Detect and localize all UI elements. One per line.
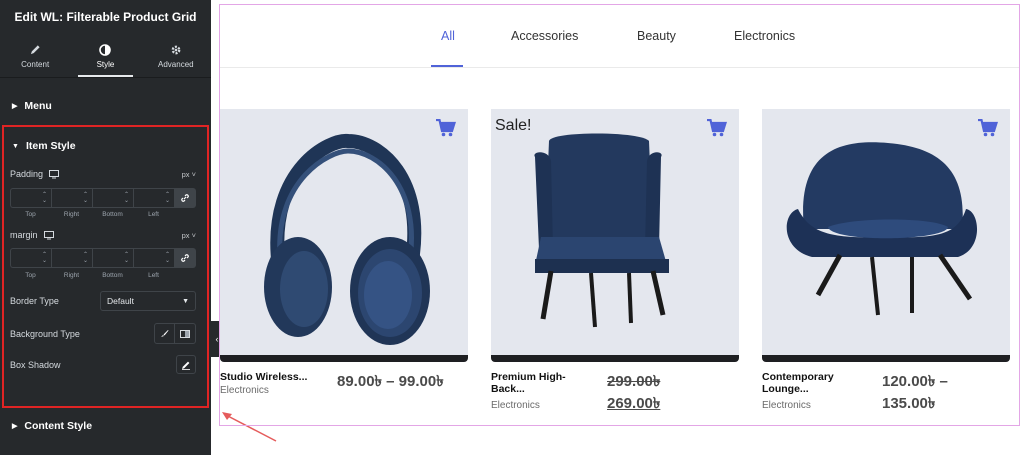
- cart-icon[interactable]: [978, 119, 998, 137]
- product-name[interactable]: Premium High- Back...: [491, 371, 566, 395]
- tab-style-label: Style: [96, 59, 115, 69]
- editor-panel: Edit WL: Filterable Product Grid Content…: [0, 0, 211, 455]
- filter-beauty[interactable]: Beauty: [637, 29, 676, 43]
- product-sale-price: 269.00৳: [607, 395, 661, 412]
- gear-icon: [170, 43, 182, 57]
- product-image-headphones[interactable]: [220, 109, 468, 355]
- product-price: 89.00৳ – 99.00৳: [337, 373, 444, 390]
- filter-electronics[interactable]: Electronics: [734, 29, 795, 43]
- panel-title: Edit WL: Filterable Product Grid: [14, 10, 197, 24]
- padding-right-input[interactable]: ⌃ ⌄: [51, 188, 92, 208]
- box-shadow-control: Box Shadow: [10, 355, 196, 374]
- link-values-button[interactable]: [174, 188, 196, 208]
- filter-accessories[interactable]: Accessories: [511, 29, 578, 43]
- widget-preview: All Accessories Beauty Electronics Studi…: [219, 4, 1020, 426]
- chevron-down-icon: ▼: [182, 297, 189, 305]
- card-bottom-bar: [762, 355, 1010, 362]
- filter-tabs: All Accessories Beauty Electronics: [220, 5, 1019, 68]
- product-price: 120.00৳ –: [882, 373, 948, 390]
- product-name[interactable]: Contemporary Lounge...: [762, 371, 834, 395]
- margin-inputs: ⌃ ⌄ ⌃ ⌄ ⌃ ⌄ ⌃ ⌄: [10, 248, 196, 268]
- margin-right-input[interactable]: ⌃ ⌄: [51, 248, 92, 268]
- background-type-buttons: [154, 323, 196, 344]
- section-item-style-header[interactable]: ▼ Item Style: [4, 127, 207, 165]
- product-image-wing-chair[interactable]: Sale!: [491, 109, 739, 355]
- padding-unit-select[interactable]: px ˅: [182, 170, 196, 179]
- tab-style[interactable]: Style: [70, 34, 140, 77]
- margin-control: margin px ˅: [10, 230, 196, 240]
- link-icon: [181, 194, 189, 202]
- product-card[interactable]: Sale! Premium High- Back... Electronics …: [491, 109, 739, 412]
- gradient-icon[interactable]: [175, 324, 195, 343]
- product-old-price: 299.00৳: [607, 373, 661, 390]
- product-name[interactable]: Studio Wireless...: [220, 371, 307, 383]
- product-category[interactable]: Electronics: [762, 400, 811, 411]
- filter-all[interactable]: All: [441, 29, 455, 43]
- margin-bottom-input[interactable]: ⌃ ⌄: [92, 248, 133, 268]
- sale-badge: Sale!: [495, 117, 532, 134]
- margin-unit-select[interactable]: px ˅: [182, 231, 196, 240]
- tab-content[interactable]: Content: [0, 34, 70, 77]
- product-card[interactable]: Contemporary Lounge... Electronics 120.0…: [762, 109, 1010, 412]
- border-type-select[interactable]: Default ▼: [100, 291, 196, 311]
- padding-inputs: ⌃ ⌄ ⌃ ⌄ ⌃ ⌄ ⌃ ⌄: [10, 188, 196, 208]
- product-image-lounge-chair[interactable]: [762, 109, 1010, 355]
- section-menu-label: Menu: [24, 100, 52, 112]
- card-bottom-bar: [220, 355, 468, 362]
- padding-bottom-input[interactable]: ⌃ ⌄: [92, 188, 133, 208]
- cart-icon[interactable]: [707, 119, 727, 137]
- product-card[interactable]: Studio Wireless... Electronics 89.00৳ – …: [220, 109, 468, 396]
- tab-advanced[interactable]: Advanced: [141, 34, 211, 77]
- margin-label: margin: [10, 230, 38, 240]
- desktop-icon[interactable]: [49, 169, 60, 179]
- panel-tabs: Content Style Advanced: [0, 34, 211, 78]
- caret-down-icon: ▼: [12, 142, 19, 150]
- tab-content-label: Content: [21, 59, 50, 69]
- caret-right-icon: ▶: [12, 423, 18, 430]
- half-circle-icon: [99, 43, 112, 57]
- link-values-button[interactable]: [174, 248, 196, 268]
- padding-left-input[interactable]: ⌃ ⌄: [133, 188, 174, 208]
- margin-dim-labels: Top Right Bottom Left: [25, 272, 159, 279]
- section-content-style[interactable]: ▶ Content Style: [0, 408, 211, 444]
- section-item-style-label: Item Style: [25, 140, 76, 152]
- desktop-icon[interactable]: [43, 230, 54, 240]
- product-category[interactable]: Electronics: [220, 385, 269, 396]
- margin-left-input[interactable]: ⌃ ⌄: [133, 248, 174, 268]
- product-category[interactable]: Electronics: [491, 400, 540, 411]
- brush-icon[interactable]: [155, 324, 175, 343]
- background-type-control: Background Type: [10, 323, 196, 344]
- padding-control: Padding px ˅: [10, 169, 196, 179]
- margin-top-input[interactable]: ⌃ ⌄: [10, 248, 51, 268]
- card-bottom-bar: [491, 355, 739, 362]
- pencil-icon: [30, 43, 41, 57]
- padding-label: Padding: [10, 169, 44, 179]
- box-shadow-label: Box Shadow: [10, 359, 61, 370]
- product-price: 135.00৳: [882, 395, 936, 412]
- section-content-style-label: Content Style: [24, 420, 93, 432]
- section-menu[interactable]: ▶ Menu: [0, 88, 211, 124]
- caret-right-icon: ▶: [12, 103, 18, 110]
- pencil-icon: [182, 361, 190, 370]
- link-icon: [181, 254, 189, 262]
- background-type-label: Background Type: [10, 328, 80, 339]
- active-filter-indicator: [431, 65, 463, 67]
- box-shadow-edit-button[interactable]: [176, 355, 196, 374]
- padding-top-input[interactable]: ⌃ ⌄: [10, 188, 51, 208]
- border-type-label: Border Type: [10, 296, 59, 306]
- tab-advanced-label: Advanced: [158, 59, 194, 69]
- padding-dim-labels: Top Right Bottom Left: [25, 211, 159, 218]
- cart-icon[interactable]: [436, 119, 456, 137]
- border-type-control: Border Type Default ▼: [10, 291, 196, 311]
